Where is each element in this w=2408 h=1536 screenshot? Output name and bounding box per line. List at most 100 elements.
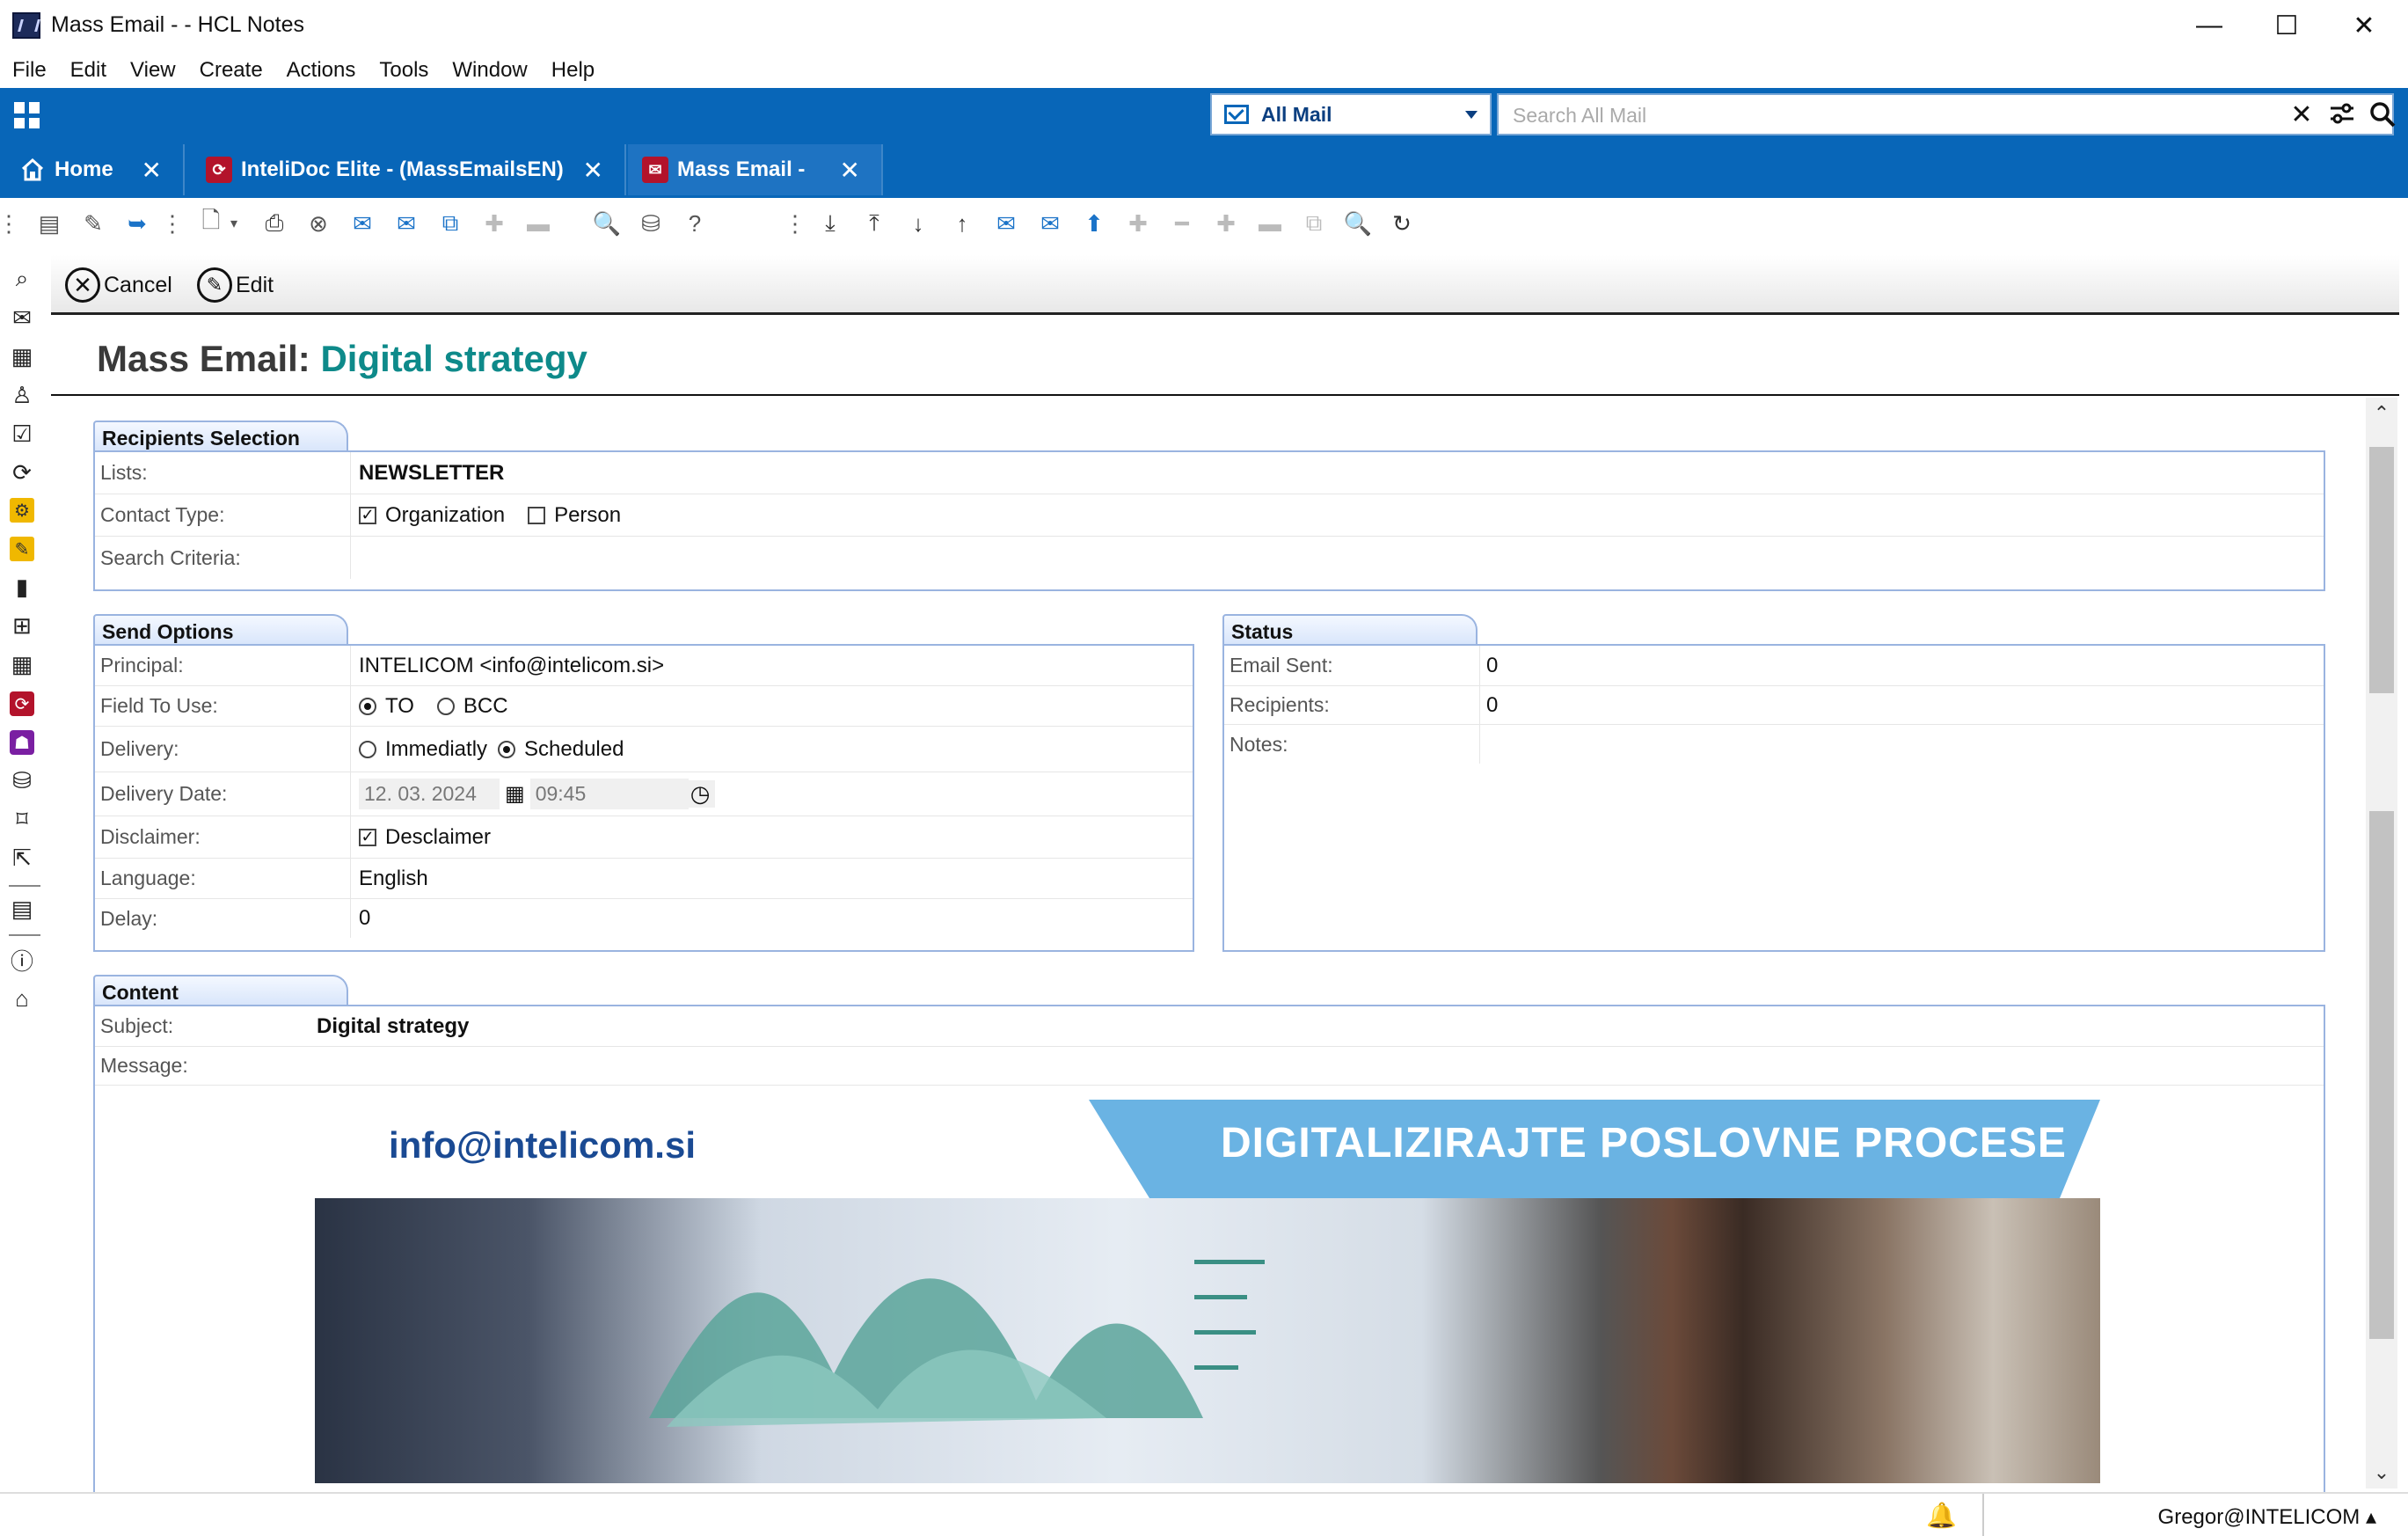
close-tab-icon[interactable]: ✕: [142, 156, 162, 185]
search-input[interactable]: [1513, 104, 2199, 128]
search-icon[interactable]: [2362, 95, 2403, 134]
menu-actions[interactable]: Actions: [287, 58, 356, 83]
clear-search-icon[interactable]: ✕: [2281, 95, 2322, 134]
recipients-section-header: Recipients Selection: [93, 421, 348, 450]
tab-home[interactable]: Home ✕: [0, 144, 185, 195]
arrow-down-icon[interactable]: ↓: [902, 208, 934, 239]
delete-icon[interactable]: ⊗: [303, 208, 334, 239]
add-app-icon[interactable]: ⊞: [7, 611, 37, 640]
info-icon[interactable]: ⓘ: [7, 945, 37, 975]
hcl-notes-logo-icon: [12, 12, 40, 39]
mail-icon[interactable]: ✉: [7, 303, 37, 333]
clock-icon[interactable]: ◷: [684, 780, 716, 808]
apps-grid-icon[interactable]: [14, 102, 40, 128]
attachment-view-icon[interactable]: ⛁: [635, 208, 667, 239]
cancel-button[interactable]: ✕ Cancel: [65, 267, 172, 303]
previous-unread-icon[interactable]: ✉: [1034, 208, 1066, 239]
contacts-icon[interactable]: ♙: [7, 380, 37, 410]
todo-icon[interactable]: ☑: [7, 419, 37, 449]
next-icon[interactable]: ⤓: [814, 208, 846, 239]
chevron-down-icon[interactable]: ▾: [225, 208, 243, 239]
refresh-icon[interactable]: ↻: [1386, 208, 1418, 239]
bookmark-outline-icon[interactable]: ⌑: [7, 804, 37, 834]
notes-app-icon[interactable]: ✎: [10, 537, 34, 561]
delivery-date-field[interactable]: 12. 03. 2024: [359, 779, 500, 809]
to-radio[interactable]: [359, 697, 376, 715]
disclaimer-label: Disclaimer:: [100, 825, 201, 848]
menu-view[interactable]: View: [130, 58, 176, 83]
calendar-icon[interactable]: ▦: [7, 341, 37, 371]
delay-row: Delay: 0: [95, 899, 1193, 938]
menu-window[interactable]: Window: [452, 58, 527, 83]
recipients-row: Recipients: 0: [1224, 686, 2324, 725]
calendar-icon[interactable]: ▦: [505, 781, 525, 807]
arrow-up-icon[interactable]: ↑: [946, 208, 978, 239]
minimize-button[interactable]: —: [2174, 5, 2244, 46]
toolbar-grip-icon: ⋮: [161, 209, 184, 237]
message-banner-image: info@intelicom.si DIGITALIZIRAJTE POSLOV…: [315, 1100, 2100, 1483]
bcc-radio[interactable]: [436, 697, 455, 715]
mail-scope-select[interactable]: All Mail: [1210, 93, 1492, 135]
home-icon[interactable]: ⌂: [7, 984, 37, 1013]
parent-document-icon[interactable]: ⬆: [1078, 208, 1110, 239]
people-app-icon[interactable]: ☗: [10, 730, 34, 755]
sidebar-divider: [9, 885, 40, 887]
print-icon[interactable]: ⎙: [259, 208, 290, 239]
scroll-thumb[interactable]: [2369, 447, 2394, 693]
tab-intelidoc[interactable]: ⟳ InteliDoc Elite - (MassEmailsEN) ✕: [186, 144, 626, 195]
applications-icon[interactable]: ▦: [7, 649, 37, 679]
title-prefix: Mass Email:: [97, 338, 310, 379]
mark-unread-icon[interactable]: ✉: [390, 208, 422, 239]
close-window-button[interactable]: ✕: [2329, 5, 2399, 46]
tab-mass-email[interactable]: ✉ Mass Email - ✕: [628, 144, 883, 195]
help-icon[interactable]: ?: [679, 208, 711, 239]
scheduled-radio[interactable]: [498, 740, 516, 758]
open-external-icon[interactable]: ⇱: [7, 843, 37, 873]
copy-to-folder-icon[interactable]: ⧉: [434, 208, 466, 239]
hcl-notes-window: Mass Email - - HCL Notes — ☐ ✕ File Edit…: [0, 0, 2408, 1536]
intelidoc-icon[interactable]: ⟳: [10, 691, 34, 716]
menu-help[interactable]: Help: [551, 58, 595, 83]
first-icon[interactable]: ⤒: [858, 208, 890, 239]
organization-checkbox[interactable]: ✓: [359, 506, 376, 524]
notifications-bell-icon[interactable]: 🔔: [1926, 1501, 1957, 1530]
new-document-icon[interactable]: 🗋: [195, 207, 227, 239]
contact-type-row: Contact Type: ✓ Organization Person: [95, 494, 2324, 537]
sidebar-divider: [9, 934, 40, 936]
principal-value: INTELICOM <info@intelicom.si>: [359, 653, 665, 677]
next-unread-icon[interactable]: ✉: [990, 208, 1022, 239]
settings-app-icon[interactable]: ⚙: [10, 498, 34, 523]
layout-icon[interactable]: ▤: [7, 894, 37, 924]
person-checkbox[interactable]: [528, 506, 546, 524]
menu-edit[interactable]: Edit: [70, 58, 106, 83]
message-label: Message:: [100, 1054, 188, 1077]
forward-icon[interactable]: ➥: [121, 208, 153, 239]
mark-read-icon[interactable]: ✉: [347, 208, 378, 239]
zoom-icon[interactable]: 🔍: [1342, 208, 1374, 239]
find-icon[interactable]: 🔍: [591, 208, 623, 239]
menu-tools[interactable]: Tools: [379, 58, 428, 83]
database-icon[interactable]: ⛁: [7, 765, 37, 795]
bookmark-icon[interactable]: ▮: [7, 572, 37, 602]
current-user-location[interactable]: Gregor@INTELICOM ▴: [2158, 1504, 2376, 1530]
search-icon[interactable]: ⌕: [7, 264, 37, 294]
scheduled-label: Scheduled: [524, 736, 624, 761]
search-options-icon[interactable]: [2322, 95, 2362, 134]
close-tab-icon[interactable]: ✕: [583, 156, 603, 185]
scroll-down-icon[interactable]: ⌄: [2366, 1457, 2397, 1488]
delivery-time-field[interactable]: 09:45: [529, 779, 689, 809]
menu-file[interactable]: File: [12, 58, 47, 83]
edit-button[interactable]: ✎ Edit: [197, 267, 274, 303]
vertical-scrollbar[interactable]: ⌃ ⌄: [2366, 398, 2397, 1488]
close-tab-icon[interactable]: ✕: [840, 156, 860, 185]
properties-icon[interactable]: ▤: [33, 208, 65, 239]
immediately-radio[interactable]: [359, 740, 376, 758]
menu-create[interactable]: Create: [200, 58, 263, 83]
scroll-up-icon[interactable]: ⌃: [2366, 398, 2397, 429]
send-options-section: Principal: INTELICOM <info@intelicom.si>…: [93, 644, 1194, 952]
disclaimer-checkbox[interactable]: ✓: [359, 828, 376, 846]
edit-document-icon[interactable]: ✎: [77, 208, 109, 239]
sync-icon[interactable]: ⟳: [7, 457, 37, 487]
lists-label: Lists:: [100, 461, 148, 484]
maximize-button[interactable]: ☐: [2251, 5, 2322, 46]
